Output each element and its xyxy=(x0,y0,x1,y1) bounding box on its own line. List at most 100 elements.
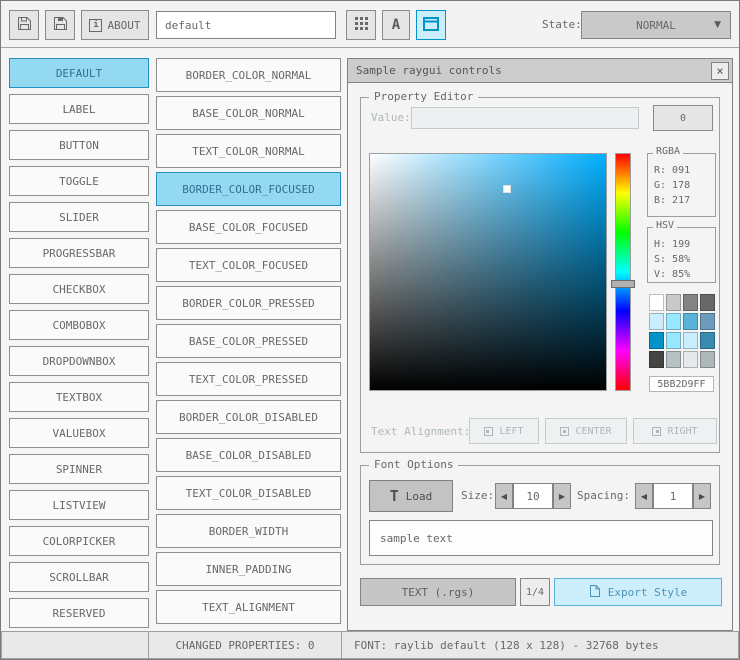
control-item-combobox[interactable]: COMBOBOX xyxy=(9,310,149,340)
align-right-button[interactable]: RIGHT xyxy=(633,418,717,444)
property-item-border-width[interactable]: BORDER_WIDTH xyxy=(156,514,341,548)
control-item-progressbar[interactable]: PROGRESSBAR xyxy=(9,238,149,268)
palette-swatch-7[interactable] xyxy=(700,313,715,330)
palette-swatch-2[interactable] xyxy=(683,294,698,311)
load-font-label: Load xyxy=(405,489,433,503)
control-item-checkbox[interactable]: CHECKBOX xyxy=(9,274,149,304)
spacing-increment-button[interactable]: ▶ xyxy=(693,483,711,509)
value-button[interactable]: 0 xyxy=(653,105,713,131)
control-item-listview[interactable]: LISTVIEW xyxy=(9,490,149,520)
align-left-button[interactable]: LEFT xyxy=(469,418,539,444)
text-alignment-label: Text Alignment: xyxy=(371,425,471,438)
property-item-text-color-pressed[interactable]: TEXT_COLOR_PRESSED xyxy=(156,362,341,396)
property-item-border-color-normal[interactable]: BORDER_COLOR_NORMAL xyxy=(156,58,341,92)
property-item-base-color-normal[interactable]: BASE_COLOR_NORMAL xyxy=(156,96,341,130)
property-item-border-color-pressed[interactable]: BORDER_COLOR_PRESSED xyxy=(156,286,341,320)
property-item-border-color-focused[interactable]: BORDER_COLOR_FOCUSED xyxy=(156,172,341,206)
property-item-text-color-disabled[interactable]: TEXT_COLOR_DISABLED xyxy=(156,476,341,510)
control-item-colorpicker[interactable]: COLORPICKER xyxy=(9,526,149,556)
export-format-button[interactable]: TEXT (.rgs) xyxy=(360,578,516,606)
arrow-right-icon: ▶ xyxy=(698,491,706,501)
palette-swatch-13[interactable] xyxy=(666,351,681,368)
property-item-text-alignment[interactable]: TEXT_ALIGNMENT xyxy=(156,590,341,624)
rgba-group: RGBA R: 091 G: 178 B: 217 xyxy=(647,146,716,217)
palette-swatch-6[interactable] xyxy=(683,313,698,330)
align-right-icon xyxy=(652,426,662,436)
control-item-textbox[interactable]: TEXTBOX xyxy=(9,382,149,412)
hue-bar[interactable] xyxy=(611,153,635,391)
style-color-palette xyxy=(649,294,715,368)
page-indicator-label: 1/4 xyxy=(525,586,545,598)
sample-text-box[interactable]: sample text xyxy=(369,520,713,556)
export-format-label: TEXT (.rgs) xyxy=(401,585,475,599)
property-item-border-color-disabled[interactable]: BORDER_COLOR_DISABLED xyxy=(156,400,341,434)
close-icon: × xyxy=(716,64,724,78)
spacing-value[interactable]: 1 xyxy=(653,483,693,509)
info-icon: i xyxy=(89,18,103,32)
value-label: Value: xyxy=(371,111,411,124)
palette-swatch-14[interactable] xyxy=(683,351,698,368)
control-item-spinner[interactable]: SPINNER xyxy=(9,454,149,484)
window-title: Sample raygui controls xyxy=(356,64,502,77)
load-font-button[interactable]: T Load xyxy=(369,480,453,512)
palette-swatch-10[interactable] xyxy=(683,332,698,349)
palette-swatch-4[interactable] xyxy=(649,313,664,330)
sample-text: sample text xyxy=(380,531,453,545)
palette-swatch-1[interactable] xyxy=(666,294,681,311)
size-increment-button[interactable]: ▶ xyxy=(553,483,571,509)
property-item-text-color-normal[interactable]: TEXT_COLOR_NORMAL xyxy=(156,134,341,168)
property-item-text-color-focused[interactable]: TEXT_COLOR_FOCUSED xyxy=(156,248,341,282)
control-item-button[interactable]: BUTTON xyxy=(9,130,149,160)
control-item-label[interactable]: LABEL xyxy=(9,94,149,124)
load-style-button[interactable] xyxy=(9,10,39,40)
font-editor-button[interactable]: A xyxy=(382,10,410,40)
palette-swatch-15[interactable] xyxy=(700,351,715,368)
export-style-label: Export Style xyxy=(607,585,688,599)
control-item-default[interactable]: DEFAULT xyxy=(9,58,149,88)
palette-swatch-8[interactable] xyxy=(649,332,664,349)
control-item-scrollbar[interactable]: SCROLLBAR xyxy=(9,562,149,592)
color-panel[interactable] xyxy=(369,153,607,391)
palette-swatch-12[interactable] xyxy=(649,351,664,368)
palette-swatch-5[interactable] xyxy=(666,313,681,330)
test-window-button[interactable] xyxy=(416,10,446,40)
close-button[interactable]: × xyxy=(711,62,729,80)
palette-swatch-0[interactable] xyxy=(649,294,664,311)
control-item-reserved[interactable]: RESERVED xyxy=(9,598,149,628)
size-decrement-button[interactable]: ◀ xyxy=(495,483,513,509)
color-cursor[interactable] xyxy=(502,185,511,194)
property-item-base-color-disabled[interactable]: BASE_COLOR_DISABLED xyxy=(156,438,341,472)
hsv-s: S: 58% xyxy=(654,254,691,265)
value-button-label: 0 xyxy=(679,112,687,124)
property-item-base-color-pressed[interactable]: BASE_COLOR_PRESSED xyxy=(156,324,341,358)
style-table-button[interactable] xyxy=(346,10,376,40)
rgba-g: G: 178 xyxy=(654,180,691,191)
control-item-dropdownbox[interactable]: DROPDOWNBOX xyxy=(9,346,149,376)
value-input[interactable] xyxy=(411,107,639,129)
size-value[interactable]: 10 xyxy=(513,483,553,509)
export-file-icon xyxy=(589,584,601,601)
property-item-base-color-focused[interactable]: BASE_COLOR_FOCUSED xyxy=(156,210,341,244)
control-item-slider[interactable]: SLIDER xyxy=(9,202,149,232)
state-dropdown[interactable]: NORMAL ▼ xyxy=(581,11,731,39)
align-center-button[interactable]: CENTER xyxy=(545,418,627,444)
control-item-valuebox[interactable]: VALUEBOX xyxy=(9,418,149,448)
hue-slider-handle[interactable] xyxy=(611,280,635,289)
save-style-button[interactable] xyxy=(45,10,75,40)
palette-swatch-11[interactable] xyxy=(700,332,715,349)
page-indicator-button[interactable]: 1/4 xyxy=(520,578,550,606)
palette-swatch-3[interactable] xyxy=(700,294,715,311)
export-style-button[interactable]: Export Style xyxy=(554,578,722,606)
control-item-toggle[interactable]: TOGGLE xyxy=(9,166,149,196)
style-name-input[interactable] xyxy=(156,11,336,39)
palette-swatch-9[interactable] xyxy=(666,332,681,349)
property-item-inner-padding[interactable]: INNER_PADDING xyxy=(156,552,341,586)
window-icon xyxy=(423,16,439,34)
about-button[interactable]: i ABOUT xyxy=(81,10,149,40)
hsv-label: HSV xyxy=(653,220,678,231)
properties-list: BORDER_COLOR_NORMAL BASE_COLOR_NORMAL TEXT… xyxy=(156,58,341,628)
rgba-r: R: 091 xyxy=(654,165,691,176)
hex-value[interactable]: 5BB2D9FF xyxy=(649,376,714,392)
spacing-decrement-button[interactable]: ◀ xyxy=(635,483,653,509)
statusbar: CHANGED PROPERTIES: 0 FONT: raylib defau… xyxy=(1,631,739,659)
